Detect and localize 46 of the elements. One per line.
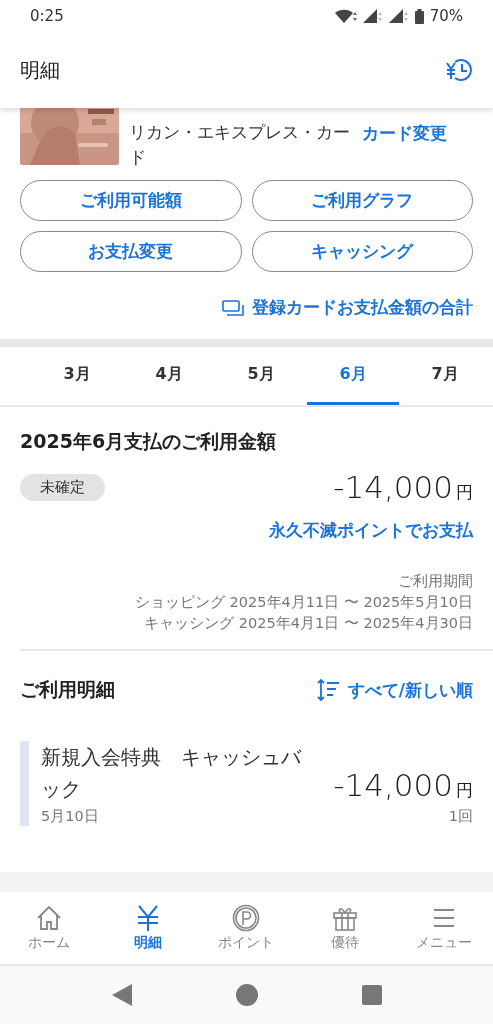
status-badge: 未確定 [20,473,105,501]
change-card-link[interactable]: カード変更 [361,122,447,145]
transaction-amount: -14,000 [333,767,453,803]
period-text: キャッシング 2025年4月1日 〜 2025年4月30日 [144,614,473,633]
action-button[interactable]: キャッシング [251,231,473,272]
sort-icon [315,679,340,701]
month-tab[interactable]: 4月 [123,347,215,405]
month-tab[interactable]: 7月 [399,347,491,405]
points-payment-link[interactable]: 永久不滅ポイントでお支払 [269,519,473,542]
currency-unit: 円 [456,481,473,504]
nav-tab[interactable]: 優待 [295,892,395,964]
details-title: ご利用明細 [20,677,115,702]
month-tab[interactable]: 3月 [31,347,123,405]
sort-link[interactable]: すべて/新しい順 [315,678,473,702]
transaction-date: 5月10日 [41,807,100,826]
action-button[interactable]: ご利用グラフ [251,180,473,221]
nav-tab[interactable]: ポイント [197,892,296,964]
summary-title: 2025年6月支払のご利用金額 [20,429,278,454]
total-payment-link[interactable]: 登録カードお支払金額の合計 [222,296,473,319]
period-text: ショッピング 2025年4月11日 〜 2025年5月10日 [135,593,473,612]
wifi-icon [334,9,357,23]
currency-unit: 円 [456,779,473,802]
battery-icon [414,8,424,24]
signal-icon [388,9,409,23]
month-tab[interactable]: 6月 [307,347,399,405]
status-time: 0:25 [30,7,65,25]
battery-level: 70% [429,7,463,25]
total-amount: -14,000 [333,469,453,505]
action-button[interactable]: お支払変更 [20,231,242,272]
yen-history-icon[interactable] [445,57,473,83]
installment-count: 1回 [448,807,473,826]
point-icon [232,904,261,932]
transaction-title: 新規入会特典 キャッシュバック [41,744,301,803]
nav-tab[interactable]: メニュー [394,892,493,964]
nav-tab[interactable]: 明細 [98,892,198,964]
back-icon[interactable] [111,984,132,1006]
action-button[interactable]: ご利用可能額 [20,180,242,221]
nav-tab[interactable]: ホーム [0,892,99,964]
month-tab[interactable]: 5月 [215,347,307,405]
period-label: ご利用期間 [398,572,473,591]
home-button-icon[interactable] [235,984,258,1006]
signal-icon [362,9,383,23]
cards-icon [222,299,244,316]
recents-icon[interactable] [361,985,382,1005]
card-name: リカン・エキスプレス・カード [129,122,351,168]
page-title: 明細 [20,56,60,84]
